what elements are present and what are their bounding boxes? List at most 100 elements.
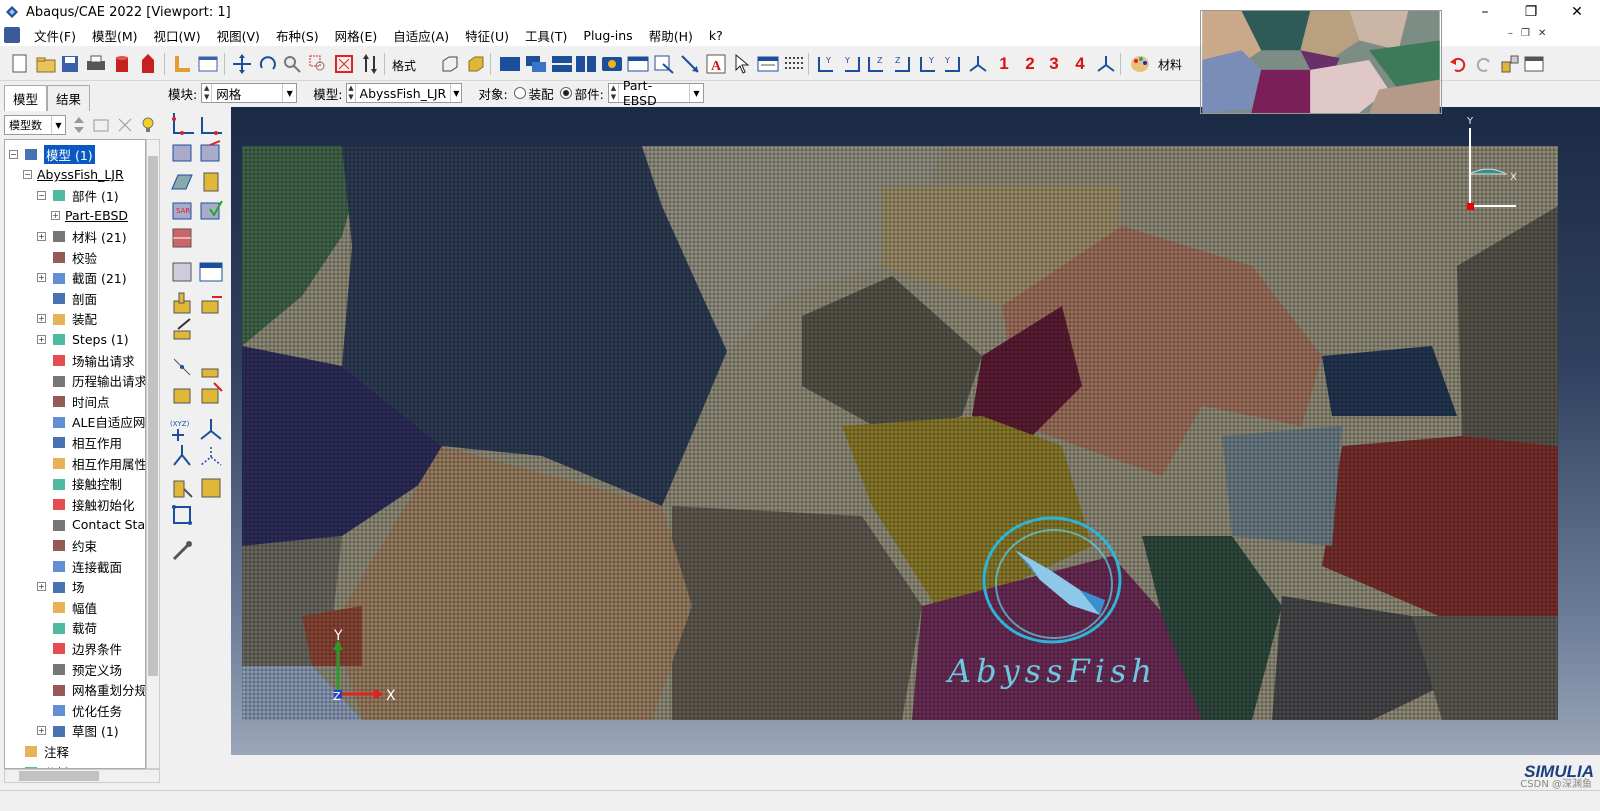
mesh-part-icon[interactable] [170, 169, 196, 195]
cascade-viewport-icon[interactable] [524, 52, 548, 76]
mdi-minimize-icon[interactable]: – [1508, 28, 1513, 39]
view-back-icon[interactable]: Y [840, 52, 864, 76]
view-left-icon[interactable]: Y [916, 52, 940, 76]
tree-item[interactable]: − AbyssFish_LJR [23, 165, 124, 185]
user-view-2[interactable]: 2 [1018, 52, 1042, 76]
mdi-restore-icon[interactable]: ❐ [1521, 28, 1530, 39]
create-datum-csys-icon[interactable]: (XYZ) [170, 417, 196, 443]
whats-this-help-icon[interactable]: k? [701, 28, 731, 43]
tree-horizontal-scrollbar[interactable] [4, 769, 160, 783]
menu-plugins[interactable]: Plug-ins [575, 28, 640, 43]
tab-model[interactable]: 模型 [4, 85, 48, 111]
verify-mesh-icon[interactable] [198, 197, 224, 223]
chevron-down-icon[interactable]: ▼ [450, 84, 461, 102]
geometry-edit-icon[interactable] [170, 503, 196, 529]
expand-icon[interactable]: + [37, 582, 46, 592]
tree-item[interactable]: 历程输出请求 [37, 371, 145, 391]
select-pointer-icon[interactable] [730, 52, 754, 76]
model-select[interactable]: ▲ ▼ AbyssFish_LJR ▼ [346, 83, 463, 103]
mdi-close-icon[interactable]: ✕ [1538, 28, 1546, 39]
mesh-stats-icon[interactable] [198, 259, 224, 285]
seed-part-icon[interactable] [170, 111, 196, 137]
tree-item[interactable]: + 草图 (1) [37, 721, 119, 741]
tab-results[interactable]: 结果 [47, 85, 91, 111]
menu-viewport[interactable]: 视口(W) [146, 26, 209, 45]
query-icon[interactable] [756, 52, 780, 76]
tree-item[interactable]: − 模型 (1) [9, 144, 95, 164]
layer-manager-icon[interactable] [626, 52, 650, 76]
chevron-down-icon[interactable]: ▼ [282, 84, 296, 102]
tree-item[interactable]: 场输出请求 [37, 350, 135, 370]
auto-fit-icon[interactable] [332, 52, 356, 76]
database-icon[interactable] [110, 52, 134, 76]
expand-icon[interactable]: + [37, 334, 46, 344]
tree-item[interactable]: 优化任务 [37, 700, 122, 720]
tree-item[interactable]: 预定义场 [37, 659, 122, 679]
create-bottom-up-mesh-icon[interactable] [198, 291, 224, 317]
tree-item[interactable]: 注释 [9, 741, 69, 761]
scrollbar-thumb[interactable] [19, 771, 99, 781]
view-top-icon[interactable]: Z [864, 52, 888, 76]
wireframe-box-icon[interactable] [438, 52, 462, 76]
view-manager-icon[interactable] [1094, 52, 1118, 76]
element-type-icon[interactable] [198, 139, 224, 165]
part-select[interactable]: ▲ ▼ Part-EBSD ▼ [607, 78, 704, 108]
tree-item[interactable]: + Part-EBSD [51, 206, 128, 226]
pan-icon[interactable] [230, 52, 254, 76]
tree-item[interactable]: + Steps (1) [37, 329, 129, 349]
part-radio[interactable] [559, 87, 572, 99]
view-right-icon[interactable]: Y [940, 52, 964, 76]
edit-mesh-icon[interactable] [170, 291, 196, 317]
tree-item[interactable]: + 材料 (21) [37, 226, 127, 246]
tree-item[interactable]: 边界条件 [37, 638, 122, 658]
tile-horizontal-icon[interactable] [550, 52, 574, 76]
tree-item[interactable]: − 部件 (1) [37, 185, 119, 205]
chevron-down-icon[interactable]: ▼ [51, 116, 65, 134]
filter-tree-icon[interactable] [116, 116, 134, 134]
datum-axis-icon[interactable] [198, 355, 224, 381]
tree-item[interactable]: + 截面 (21) [37, 268, 127, 288]
tree-filter-select[interactable]: 模型数 ▼ [4, 115, 66, 135]
mesh-edit-pencil-icon[interactable] [170, 317, 196, 343]
box-zoom-icon[interactable] [306, 52, 330, 76]
tree-item[interactable]: 分析 [9, 762, 69, 768]
module-spin-icon[interactable]: ▲ ▼ [202, 84, 213, 102]
zoom-icon[interactable] [280, 52, 304, 76]
menu-view[interactable]: 视图(V) [209, 26, 268, 45]
expand-icon[interactable]: + [37, 726, 46, 736]
datum-point-offset-icon[interactable] [198, 443, 224, 469]
tree-item[interactable]: 相互作用 [37, 432, 122, 452]
menu-model[interactable]: 模型(M) [84, 26, 146, 45]
reference-point-icon[interactable] [170, 475, 196, 501]
tree-item[interactable]: 幅值 [37, 597, 97, 617]
delete-mesh-icon[interactable]: SAR [170, 197, 196, 223]
single-viewport-icon[interactable] [498, 52, 522, 76]
expand-icon[interactable]: + [37, 314, 46, 324]
tree-item[interactable]: + 场 [37, 577, 85, 597]
tree-item[interactable]: 时间点 [37, 391, 110, 411]
menu-help[interactable]: 帮助(H) [641, 26, 701, 45]
color-palette-icon[interactable] [1128, 52, 1152, 76]
rotate-icon[interactable] [256, 52, 280, 76]
model-tree-icon[interactable] [196, 52, 220, 76]
menu-seed[interactable]: 布种(S) [268, 26, 327, 45]
collapse-icon[interactable]: − [23, 170, 32, 180]
tree-item[interactable]: 接触初始化 [37, 494, 135, 514]
lightbulb-icon[interactable] [140, 116, 156, 134]
user-view-1[interactable]: 1 [992, 52, 1016, 76]
new-file-icon[interactable] [8, 52, 32, 76]
collapse-tree-icon[interactable] [92, 116, 110, 134]
model-spin-icon[interactable]: ▲ ▼ [347, 84, 356, 102]
arrow-annotation-icon[interactable] [678, 52, 702, 76]
tools-icon[interactable] [1498, 52, 1522, 76]
tree-item[interactable]: 接触控制 [37, 474, 122, 494]
view-bottom-icon[interactable]: Z [890, 52, 914, 76]
tree-item[interactable]: 连接截面 [37, 556, 122, 576]
menu-mesh[interactable]: 网格(E) [327, 26, 386, 45]
mesh-controls-icon[interactable] [170, 139, 196, 165]
menu-file[interactable]: 文件(F) [26, 26, 84, 45]
mesh-region-icon[interactable] [198, 169, 224, 195]
scrollbar-thumb[interactable] [148, 156, 158, 676]
viewport-annotation-icon[interactable] [600, 52, 624, 76]
tree-item[interactable]: 校验 [37, 247, 97, 267]
